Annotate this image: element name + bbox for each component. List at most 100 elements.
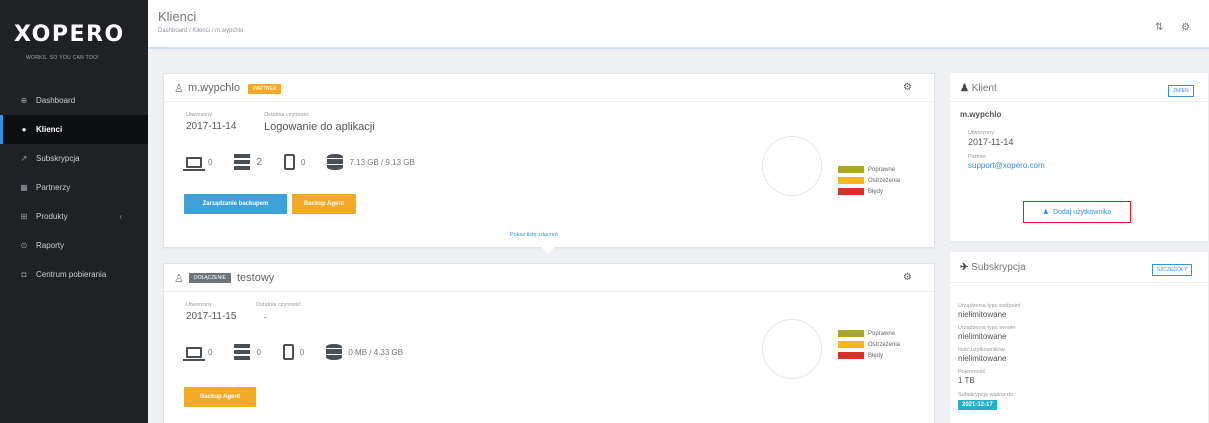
add-user-button[interactable]: ♟ Dodaj użytkownika: [1023, 201, 1131, 223]
card-header: ♙ m.wypchlo PARTNER ⚙: [164, 74, 934, 102]
subscription-value: nielimitowane: [958, 354, 1007, 363]
legend-swatch: [838, 177, 864, 184]
database-icon: [327, 154, 344, 170]
panel-title-text: Subskrypcja: [971, 262, 1026, 273]
sidebar: XOPERO WORKS. SO YOU CAN TOO! ⊕ Dashboar…: [0, 0, 148, 423]
valid-until-label: Subskrypcja ważna do: [958, 392, 1014, 398]
partner-email-link[interactable]: support@xopero.com: [968, 161, 1045, 170]
mobile-icon: [282, 344, 294, 360]
logo-tagline: WORKS. SO YOU CAN TOO!: [26, 55, 100, 61]
change-client-button[interactable]: ZMIEŃ: [1168, 85, 1194, 97]
manage-backup-button[interactable]: Zarządzanie backupem: [184, 194, 287, 214]
status-badge: DOŁĄCZENIE: [189, 273, 231, 283]
created-label: Utworzony: [186, 112, 212, 118]
subscription-value: 1 TB: [958, 376, 975, 385]
page-title: Klienci: [158, 9, 197, 24]
chart-icon: ↗: [20, 154, 28, 163]
server-icon: [234, 154, 251, 170]
created-date: 2017-11-14: [968, 137, 1014, 147]
client-username[interactable]: testowy: [237, 272, 274, 284]
laptop-icon: [183, 346, 205, 361]
client-username[interactable]: m.wypchlo: [188, 82, 240, 94]
sidebar-item-raporty[interactable]: ⊙ Raporty: [0, 231, 148, 260]
last-activity: -: [264, 313, 267, 322]
partners-icon: ▦: [20, 183, 28, 192]
logo-text: XOPERO: [14, 22, 125, 47]
mobile-count: 0: [301, 157, 306, 167]
partner-label: Partner: [968, 154, 987, 160]
legend-swatch: [838, 341, 864, 348]
subscription-label: Urządzenia typu serwer: [958, 325, 1016, 331]
partner-badge: PARTNER: [248, 84, 282, 94]
subscription-panel: ✈ Subskrypcja SZCZEGÓŁY Urządzenia typu …: [950, 252, 1208, 423]
backup-agent-button[interactable]: Backup Agent: [184, 387, 256, 407]
sidebar-item-label: Partnerzy: [36, 183, 71, 192]
mobile-count: 0: [299, 347, 305, 357]
dashboard-icon: ⊕: [20, 96, 28, 105]
client-card: ♙ DOŁĄCZENIE testowy ⚙ Utworzony 2017-11…: [163, 263, 935, 423]
sidebar-item-subskrypcja[interactable]: ↗ Subskrypcja: [0, 144, 148, 173]
breadcrumb[interactable]: Dashboard / Klienci / m.wypchlo: [158, 28, 243, 34]
storage-usage: 7.13 GB / 9.13 GB: [349, 157, 415, 167]
laptop-count: 0: [208, 157, 213, 167]
panel-title: ♟ Klient: [960, 83, 997, 94]
server-count: 0: [256, 347, 261, 357]
sidebar-item-klienci[interactable]: ● Klienci: [0, 115, 148, 144]
sidebar-item-produkty[interactable]: ⊞ Produkty ‹: [0, 202, 148, 231]
legend-item: Błędy: [838, 350, 900, 361]
sidebar-item-label: Klienci: [36, 125, 63, 134]
sidebar-item-label: Dashboard: [36, 96, 76, 105]
sidebar-nav: ⊕ Dashboard ● Klienci ↗ Subskrypcja ▦ Pa…: [0, 86, 148, 289]
valid-until-badge: 2021-12-17: [958, 400, 997, 410]
notifications-icon[interactable]: ⇅: [1155, 22, 1163, 33]
sidebar-item-label: Centrum pobierania: [36, 270, 107, 279]
last-activity-label: Ostatnia czynność: [264, 112, 309, 118]
legend-swatch: [838, 166, 864, 173]
add-user-label: Dodaj użytkownika: [1052, 208, 1112, 216]
client-name: m.wypchlo: [960, 110, 1002, 119]
user-icon: ♙: [174, 83, 184, 95]
laptop-count: 0: [208, 347, 213, 357]
legend-label: Ostrzeżenia: [868, 177, 901, 184]
legend-item: Ostrzeżenia: [838, 339, 900, 350]
sidebar-item-partnerzy[interactable]: ▦ Partnerzy: [0, 173, 148, 202]
subscription-details-button[interactable]: SZCZEGÓŁY: [1152, 264, 1193, 276]
created-label: Utworzony: [186, 302, 212, 308]
last-activity-label: Ostatnia czynność: [256, 302, 301, 308]
legend-item: Błędy: [838, 186, 900, 197]
divider: [950, 282, 1208, 283]
legend-swatch: [838, 330, 864, 337]
storage-usage: 0 MB / 4.33 GB: [348, 347, 404, 357]
created-date: 2017-11-15: [186, 311, 237, 322]
show-events-link[interactable]: Pokaż listę zdarzeń: [510, 232, 558, 238]
subscription-value: nielimitowane: [958, 310, 1007, 319]
gear-icon[interactable]: ⚙: [903, 82, 912, 93]
panel-title: ✈ Subskrypcja: [960, 262, 1026, 273]
sidebar-item-label: Subskrypcja: [36, 154, 80, 163]
settings-icon[interactable]: ⚙: [1181, 22, 1190, 33]
sidebar-item-dashboard[interactable]: ⊕ Dashboard: [0, 86, 148, 115]
backup-agent-button[interactable]: Backup Agent: [292, 194, 356, 214]
card-header: ♙ DOŁĄCZENIE testowy ⚙: [164, 264, 934, 292]
panel-title-text: Klient: [971, 83, 997, 94]
sidebar-item-label: Produkty: [36, 212, 68, 221]
cart-icon: ⊞: [20, 212, 28, 221]
status-donut-chart: [762, 319, 822, 379]
divider: [950, 101, 1208, 102]
gear-icon[interactable]: ⚙: [903, 272, 912, 283]
subscription-label: Urządzenia typu endpoint: [958, 303, 1021, 309]
status-legend: Poprawne Ostrzeżenia Błędy: [838, 328, 900, 361]
created-date: 2017-11-14: [186, 121, 237, 132]
clients-icon: ●: [21, 125, 27, 134]
status-legend: Poprawne Ostrzeżenia Błędy: [838, 164, 900, 197]
laptop-icon: [183, 156, 205, 171]
device-summary: 0 0 0 0 MB / 4.33 GB: [183, 344, 404, 361]
legend-swatch: [838, 352, 864, 359]
legend-label: Błędy: [868, 188, 884, 195]
sidebar-item-centrum-pobierania[interactable]: ◘ Centrum pobierania: [0, 260, 148, 289]
client-card: ♙ m.wypchlo PARTNER ⚙ Utworzony 2017-11-…: [163, 73, 935, 248]
xopero-logo[interactable]: XOPERO WORKS. SO YOU CAN TOO!: [14, 22, 136, 72]
rocket-icon: ✈: [960, 262, 969, 273]
legend-item: Poprawne: [838, 328, 900, 339]
created-label: Utworzony: [968, 130, 994, 136]
